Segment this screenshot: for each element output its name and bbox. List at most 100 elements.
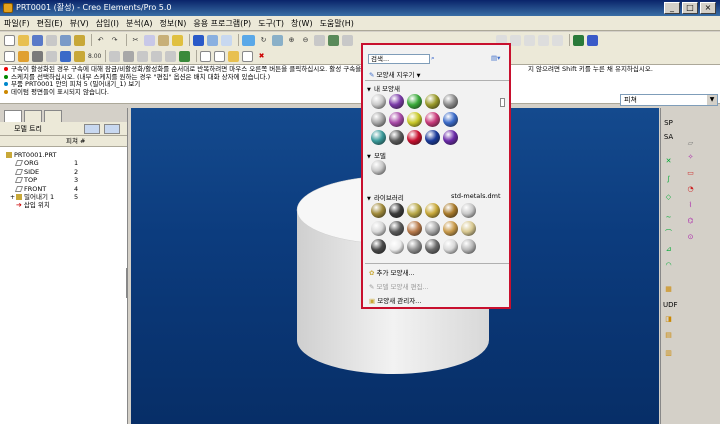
sketch-point-icon[interactable]: SP (663, 118, 674, 129)
draft-icon[interactable] (165, 50, 176, 62)
appearance-swatch[interactable] (389, 130, 404, 145)
no-hidden-icon[interactable] (228, 50, 239, 62)
appearance-swatch[interactable] (389, 203, 404, 218)
sweep-icon[interactable]: ⌇ (685, 200, 696, 211)
appearance-swatch[interactable] (389, 112, 404, 127)
model-info-icon[interactable] (32, 50, 43, 62)
line-icon[interactable]: ∼ (663, 212, 674, 223)
appearance-swatch[interactable] (461, 203, 476, 218)
library-file-select[interactable]: std-metals.dmt (451, 192, 501, 200)
tree-row[interactable]: ➔ 삽입 위치 (0, 201, 127, 209)
shading-icon[interactable] (242, 50, 253, 62)
annotations-icon[interactable] (552, 34, 563, 46)
appearance-swatch[interactable] (425, 203, 440, 218)
print-icon[interactable] (46, 34, 57, 46)
parameters-icon[interactable] (46, 50, 57, 62)
appearance-swatch[interactable] (443, 203, 458, 218)
appearance-swatch[interactable] (389, 221, 404, 236)
appearance-swatch[interactable] (443, 94, 458, 109)
clear-appearance-item[interactable]: ✎ 모양새 지우기 ▼ (369, 69, 420, 79)
sketch-axis-icon[interactable]: SA (663, 132, 674, 143)
curvature-icon[interactable] (151, 50, 162, 62)
menu-window[interactable]: 창(W) (291, 18, 313, 29)
appearance-swatch[interactable] (371, 221, 386, 236)
pattern-icon[interactable]: ▦ (663, 284, 674, 295)
add-appearance-item[interactable]: ✿ 추가 모양새... (369, 267, 415, 277)
appearance-icon[interactable] (242, 34, 255, 46)
menu-insert[interactable]: 삽입(I) (96, 18, 119, 29)
column-feature-number[interactable]: 피쳐 # (66, 136, 85, 147)
web-icon[interactable] (573, 34, 584, 46)
appearance-swatch[interactable] (443, 112, 458, 127)
appearance-search-input[interactable]: 검색... (368, 54, 430, 64)
cut-icon[interactable]: ✂ (130, 35, 141, 46)
appearance-manager-item[interactable]: ▣ 모양새 관리자... (369, 295, 421, 305)
pane-splitter[interactable] (126, 268, 128, 298)
mass-props-icon[interactable] (123, 50, 134, 62)
appearance-swatch[interactable] (461, 239, 476, 254)
new-icon[interactable] (4, 34, 15, 46)
arc-icon[interactable]: ⌒ (663, 228, 674, 239)
merge-icon[interactable]: ▥ (663, 348, 674, 359)
datum-axes-icon[interactable] (510, 34, 521, 46)
hidden-line-icon[interactable] (214, 50, 225, 62)
revolve-tool-icon[interactable]: ◔ (685, 184, 696, 195)
tree-row[interactable]: FRONT 4 (0, 185, 127, 193)
appearance-swatch[interactable] (371, 94, 386, 109)
appearance-swatch[interactable] (371, 130, 386, 145)
menu-file[interactable]: 파일(F) (4, 18, 30, 29)
appearance-swatch[interactable] (407, 221, 422, 236)
appearance-swatch[interactable] (407, 112, 422, 127)
my-appearances-section[interactable]: ▼ 내 모양새 (367, 83, 400, 93)
menu-applications[interactable]: 응용 프로그램(P) (193, 18, 251, 29)
undo-icon[interactable]: ↶ (95, 35, 106, 46)
show-icon[interactable] (104, 124, 120, 134)
wireframe-icon[interactable] (200, 50, 211, 62)
menu-help[interactable]: 도움말(H) (320, 18, 354, 29)
close-button[interactable]: × (700, 2, 716, 14)
folder-icon[interactable] (74, 34, 85, 46)
family-table-icon[interactable] (74, 50, 85, 62)
spin-center-icon[interactable]: ↻ (258, 35, 269, 46)
appearance-swatch[interactable] (407, 94, 422, 109)
copy-icon[interactable] (144, 34, 155, 46)
model-icon[interactable] (18, 50, 29, 62)
sheet-icon[interactable] (4, 50, 15, 62)
scrollbar-thumb[interactable] (500, 98, 505, 107)
search-icon[interactable]: ⌕ (431, 54, 435, 63)
chevron-down-icon[interactable]: ▼ (707, 95, 717, 105)
relations-icon[interactable] (60, 50, 71, 62)
appearance-swatch[interactable] (425, 94, 440, 109)
appearance-swatch[interactable] (443, 130, 458, 145)
plane-icon[interactable]: ▱ (685, 138, 696, 149)
appearance-swatch[interactable] (371, 160, 386, 175)
collapse-icon[interactable]: ▼ (367, 87, 371, 93)
chamfer-icon[interactable]: ⊿ (663, 244, 674, 255)
blend-icon[interactable]: ⌬ (685, 216, 696, 227)
appearance-swatch[interactable] (407, 203, 422, 218)
menu-edit[interactable]: 편집(E) (37, 18, 63, 29)
appearance-swatch[interactable] (461, 221, 476, 236)
collapse-icon[interactable]: ▼ (367, 196, 371, 202)
coordinate-systems-icon[interactable] (538, 34, 549, 46)
layers-icon[interactable] (342, 34, 353, 46)
context-help-icon[interactable] (587, 34, 598, 46)
appearance-swatch[interactable] (371, 203, 386, 218)
datum-point-icon[interactable]: ✕ (663, 156, 674, 167)
tree-row[interactable]: ORG 1 (0, 159, 127, 167)
appearance-swatch[interactable] (407, 239, 422, 254)
round-icon[interactable]: ◠ (663, 260, 674, 271)
saved-analysis-icon[interactable] (179, 50, 190, 62)
appearance-swatch[interactable] (443, 221, 458, 236)
expand-icon[interactable]: + (10, 194, 15, 201)
edit-model-appearance-item[interactable]: ✎ 모델 모양새 편집... (369, 281, 429, 291)
tree-row[interactable]: SIDE 2 (0, 168, 127, 176)
find-icon[interactable] (207, 34, 218, 46)
tree-row[interactable]: TOP 3 (0, 176, 127, 184)
appearance-swatch[interactable] (425, 112, 440, 127)
model-appearances-section[interactable]: ▼ 모델 (367, 150, 386, 160)
menu-analysis[interactable]: 분석(A) (126, 18, 152, 29)
menu-info[interactable]: 정보(N) (159, 18, 186, 29)
datum-curve-icon[interactable]: ∫ (663, 174, 674, 185)
extrude-tool-icon[interactable]: ▭ (685, 168, 696, 179)
